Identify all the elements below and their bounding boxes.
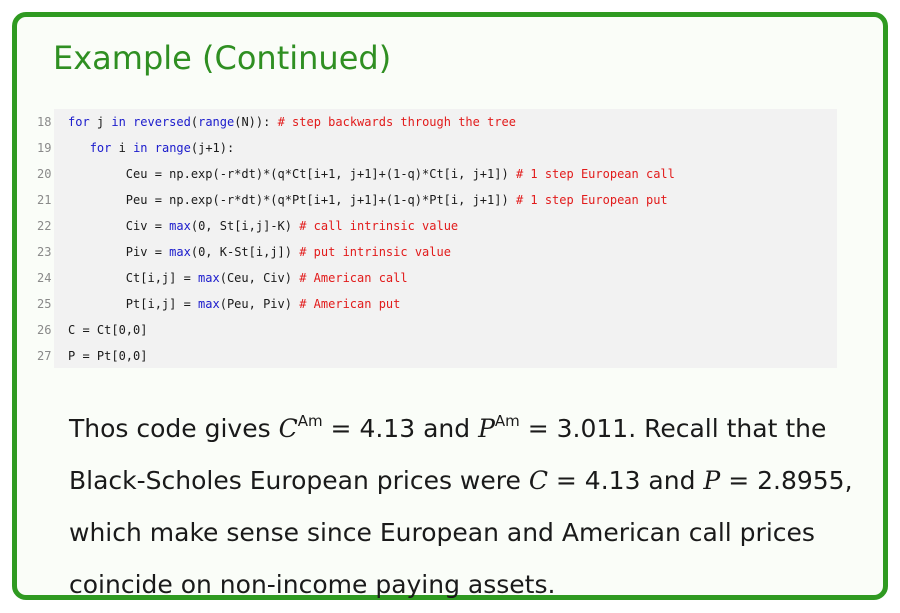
math-c-am: CAm <box>278 412 323 443</box>
code-keyword: for <box>68 115 90 129</box>
code-text: i <box>111 141 134 155</box>
text-segment: Black-Scholes European prices were <box>69 466 529 495</box>
superscript-am: Am <box>494 412 520 430</box>
code-line: Peu = np.exp(-r*dt)*(q*Pt[i+1, j+1]+(1-q… <box>68 187 668 213</box>
code-line: Pt[i,j] = max(Peu, Piv) # American put <box>68 291 401 317</box>
math-p-am: PAm <box>478 412 520 443</box>
code-text: (Peu, Piv) <box>219 297 300 311</box>
code-keyword: max <box>169 219 191 233</box>
code-keyword: max <box>198 271 220 285</box>
code-keyword: range <box>198 115 235 129</box>
math-c: C <box>528 466 548 495</box>
math-p: P <box>478 414 495 443</box>
code-text: (0, St[i,j]-K) <box>190 219 300 233</box>
code-comment: # 1 step European call <box>515 167 675 181</box>
text-segment: . Recall that the <box>628 414 827 443</box>
code-comment: # put intrinsic value <box>299 245 451 259</box>
line-number: 25 <box>37 297 52 311</box>
line-number: 22 <box>37 219 52 233</box>
code-text: Civ = <box>125 219 170 233</box>
paragraph-line-3: which make sense since European and Amer… <box>69 518 815 547</box>
slide-frame: Example (Continued) 18 for j in reversed(… <box>12 12 888 600</box>
code-comment: # step backwards through the tree <box>277 115 516 129</box>
code-text: Ceu = np.exp(-r*dt)*(q*Ct[i+1, j+1]+(1-q… <box>125 167 516 181</box>
code-line: for j in reversed(range(N)): # step back… <box>68 109 516 135</box>
code-comment: # call intrinsic value <box>299 219 459 233</box>
code-keyword: max <box>198 297 220 311</box>
code-keyword: max <box>169 245 191 259</box>
code-line: Ct[i,j] = max(Ceu, Civ) # American call <box>68 265 408 291</box>
line-number: 27 <box>37 349 52 363</box>
value-p-am: = 3.011 <box>519 414 629 443</box>
code-line: P = Pt[0,0] <box>68 343 147 369</box>
value-p-bs: = 2.8955 <box>720 466 845 495</box>
paragraph-line-1: Thos code gives CAm = 4.13 and PAm = 3.0… <box>69 395 869 455</box>
text-segment: and <box>640 466 704 495</box>
code-text: Pt[i,j] = <box>125 297 199 311</box>
code-text: Peu = np.exp(-r*dt)*(q*Pt[i+1, j+1]+(1-q… <box>125 193 516 207</box>
code-text: C = Ct[0,0] <box>68 323 148 337</box>
code-keyword: for <box>89 141 112 155</box>
code-line: for i in range(j+1): <box>68 135 235 161</box>
math-c: C <box>278 414 298 443</box>
paragraph-line-4: coincide on non-income paying assets. <box>69 570 556 599</box>
line-number: 20 <box>37 167 52 181</box>
code-text: (Ceu, Civ) <box>219 271 300 285</box>
code-line: C = Ct[0,0] <box>68 317 147 343</box>
code-block: 18 for j in reversed(range(N)): # step ba… <box>37 109 837 369</box>
code-text: j <box>89 115 112 129</box>
line-number: 18 <box>37 115 52 129</box>
code-keyword: in <box>133 141 148 155</box>
code-line: Ceu = np.exp(-r*dt)*(q*Ct[i+1, j+1]+(1-q… <box>68 161 675 187</box>
code-line: Civ = max(0, St[i,j]-K) # call intrinsic… <box>68 213 458 239</box>
code-text: ( <box>190 115 199 129</box>
code-text: (j+1): <box>190 141 235 155</box>
math-p: P <box>703 466 721 495</box>
code-text: Piv = <box>125 245 170 259</box>
line-number: 19 <box>37 141 52 155</box>
text-segment: , <box>844 466 853 495</box>
text-segment: Thos code gives <box>69 414 279 443</box>
value-c-am: = 4.13 <box>322 414 416 443</box>
code-text: (N)): <box>234 115 278 129</box>
code-comment: # American call <box>299 271 408 285</box>
code-text: Ct[i,j] = <box>125 271 199 285</box>
code-comment: # American put <box>299 297 401 311</box>
text-segment: and <box>415 414 479 443</box>
code-comment: # 1 step European put <box>515 193 668 207</box>
line-number: 24 <box>37 271 52 285</box>
value-c-bs: = 4.13 <box>547 466 641 495</box>
code-text: (0, K-St[i,j]) <box>190 245 300 259</box>
code-keyword: in <box>111 115 126 129</box>
slide-title: Example (Continued) <box>53 39 392 77</box>
line-number: 21 <box>37 193 52 207</box>
code-text: P = Pt[0,0] <box>68 349 148 363</box>
line-number: 26 <box>37 323 52 337</box>
explanation-paragraph: Thos code gives CAm = 4.13 and PAm = 3.0… <box>69 395 869 611</box>
code-line: Piv = max(0, K-St[i,j]) # put intrinsic … <box>68 239 451 265</box>
code-keyword: reversed <box>133 115 191 129</box>
code-keyword: range <box>154 141 191 155</box>
line-number: 23 <box>37 245 52 259</box>
superscript-am: Am <box>297 412 323 430</box>
paragraph-line-2: Black-Scholes European prices were C = 4… <box>69 455 869 507</box>
